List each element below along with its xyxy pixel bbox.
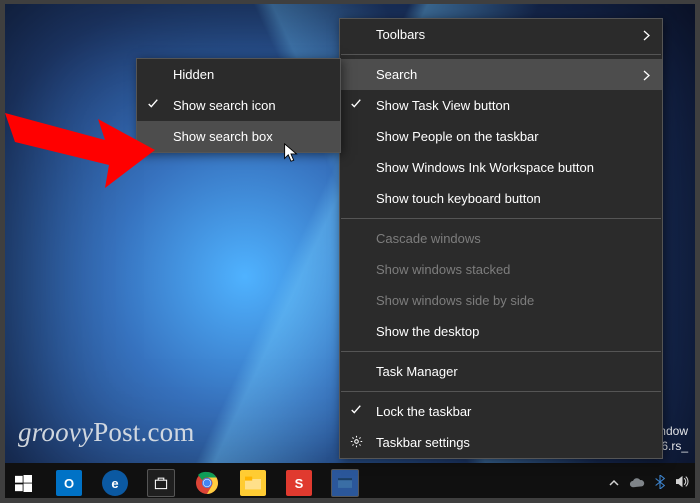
taskbar-app-store[interactable] [138,463,184,503]
windows-logo-icon [15,475,32,492]
menu-item-lock-taskbar[interactable]: Lock the taskbar [340,396,662,427]
menu-item-label: Show the desktop [376,324,479,339]
brand-prefix: groovy [18,417,93,447]
system-tray[interactable] [599,475,700,492]
tray-volume-icon[interactable] [675,475,690,491]
menu-item-label: Task Manager [376,364,458,379]
chrome-icon [195,471,219,495]
gear-icon [350,435,363,451]
menu-separator [341,218,661,219]
menu-item-side-by-side: Show windows side by side [340,285,662,316]
menu-item-search[interactable]: Search [340,59,662,90]
menu-item-toolbars[interactable]: Toolbars [340,19,662,50]
menu-item-people[interactable]: Show People on the taskbar [340,121,662,152]
submenu-item-show-search-icon[interactable]: Show search icon [137,90,340,121]
menu-item-touch-keyboard[interactable]: Show touch keyboard button [340,183,662,214]
menu-item-label: Show windows side by side [376,293,534,308]
menu-separator [341,391,661,392]
check-icon [350,98,362,113]
menu-item-label: Taskbar settings [376,435,470,450]
taskbar-context-menu[interactable]: Toolbars Search Show Task View button Sh… [339,18,663,459]
menu-item-label: Show windows stacked [376,262,510,277]
menu-item-label: Show search icon [173,98,276,113]
menu-item-label: Show People on the taskbar [376,129,539,144]
chevron-right-icon [643,69,650,84]
menu-item-taskbar-settings[interactable]: Taskbar settings [340,427,662,458]
taskbar-app-outlook[interactable]: O [46,463,92,503]
watermark-brand: groovyPost.com [18,417,195,448]
menu-item-label: Toolbars [376,27,425,42]
menu-item-show-desktop[interactable]: Show the desktop [340,316,662,347]
tray-chevron-up-icon[interactable] [609,476,619,491]
search-submenu[interactable]: Hidden Show search icon Show search box [136,58,341,153]
menu-item-label: Show search box [173,129,273,144]
taskbar-app-snagit[interactable]: S [276,463,322,503]
check-icon [147,98,159,113]
menu-item-task-manager[interactable]: Task Manager [340,356,662,387]
taskbar-app-run[interactable] [322,463,368,503]
menu-item-label: Search [376,67,417,82]
start-button[interactable] [0,463,46,503]
tray-bluetooth-icon[interactable] [655,475,665,492]
tray-onedrive-icon[interactable] [629,476,645,491]
taskbar-app-edge[interactable]: e [92,463,138,503]
menu-item-stacked: Show windows stacked [340,254,662,285]
menu-item-label: Show touch keyboard button [376,191,541,206]
submenu-item-hidden[interactable]: Hidden [137,59,340,90]
menu-item-label: Lock the taskbar [376,404,471,419]
submenu-item-show-search-box[interactable]: Show search box [137,121,340,152]
check-icon [350,404,362,419]
taskbar-app-chrome[interactable] [184,463,230,503]
menu-separator [341,351,661,352]
taskbar-app-file-explorer[interactable] [230,463,276,503]
menu-separator [341,54,661,55]
menu-item-label: Cascade windows [376,231,481,246]
menu-item-label: Show Task View button [376,98,510,113]
taskbar[interactable]: O e S [0,463,700,503]
menu-item-task-view[interactable]: Show Task View button [340,90,662,121]
chevron-right-icon [643,29,650,44]
menu-item-label: Show Windows Ink Workspace button [376,160,594,175]
menu-item-ink[interactable]: Show Windows Ink Workspace button [340,152,662,183]
menu-item-cascade: Cascade windows [340,223,662,254]
menu-item-label: Hidden [173,67,214,82]
brand-suffix: Post.com [93,417,194,447]
